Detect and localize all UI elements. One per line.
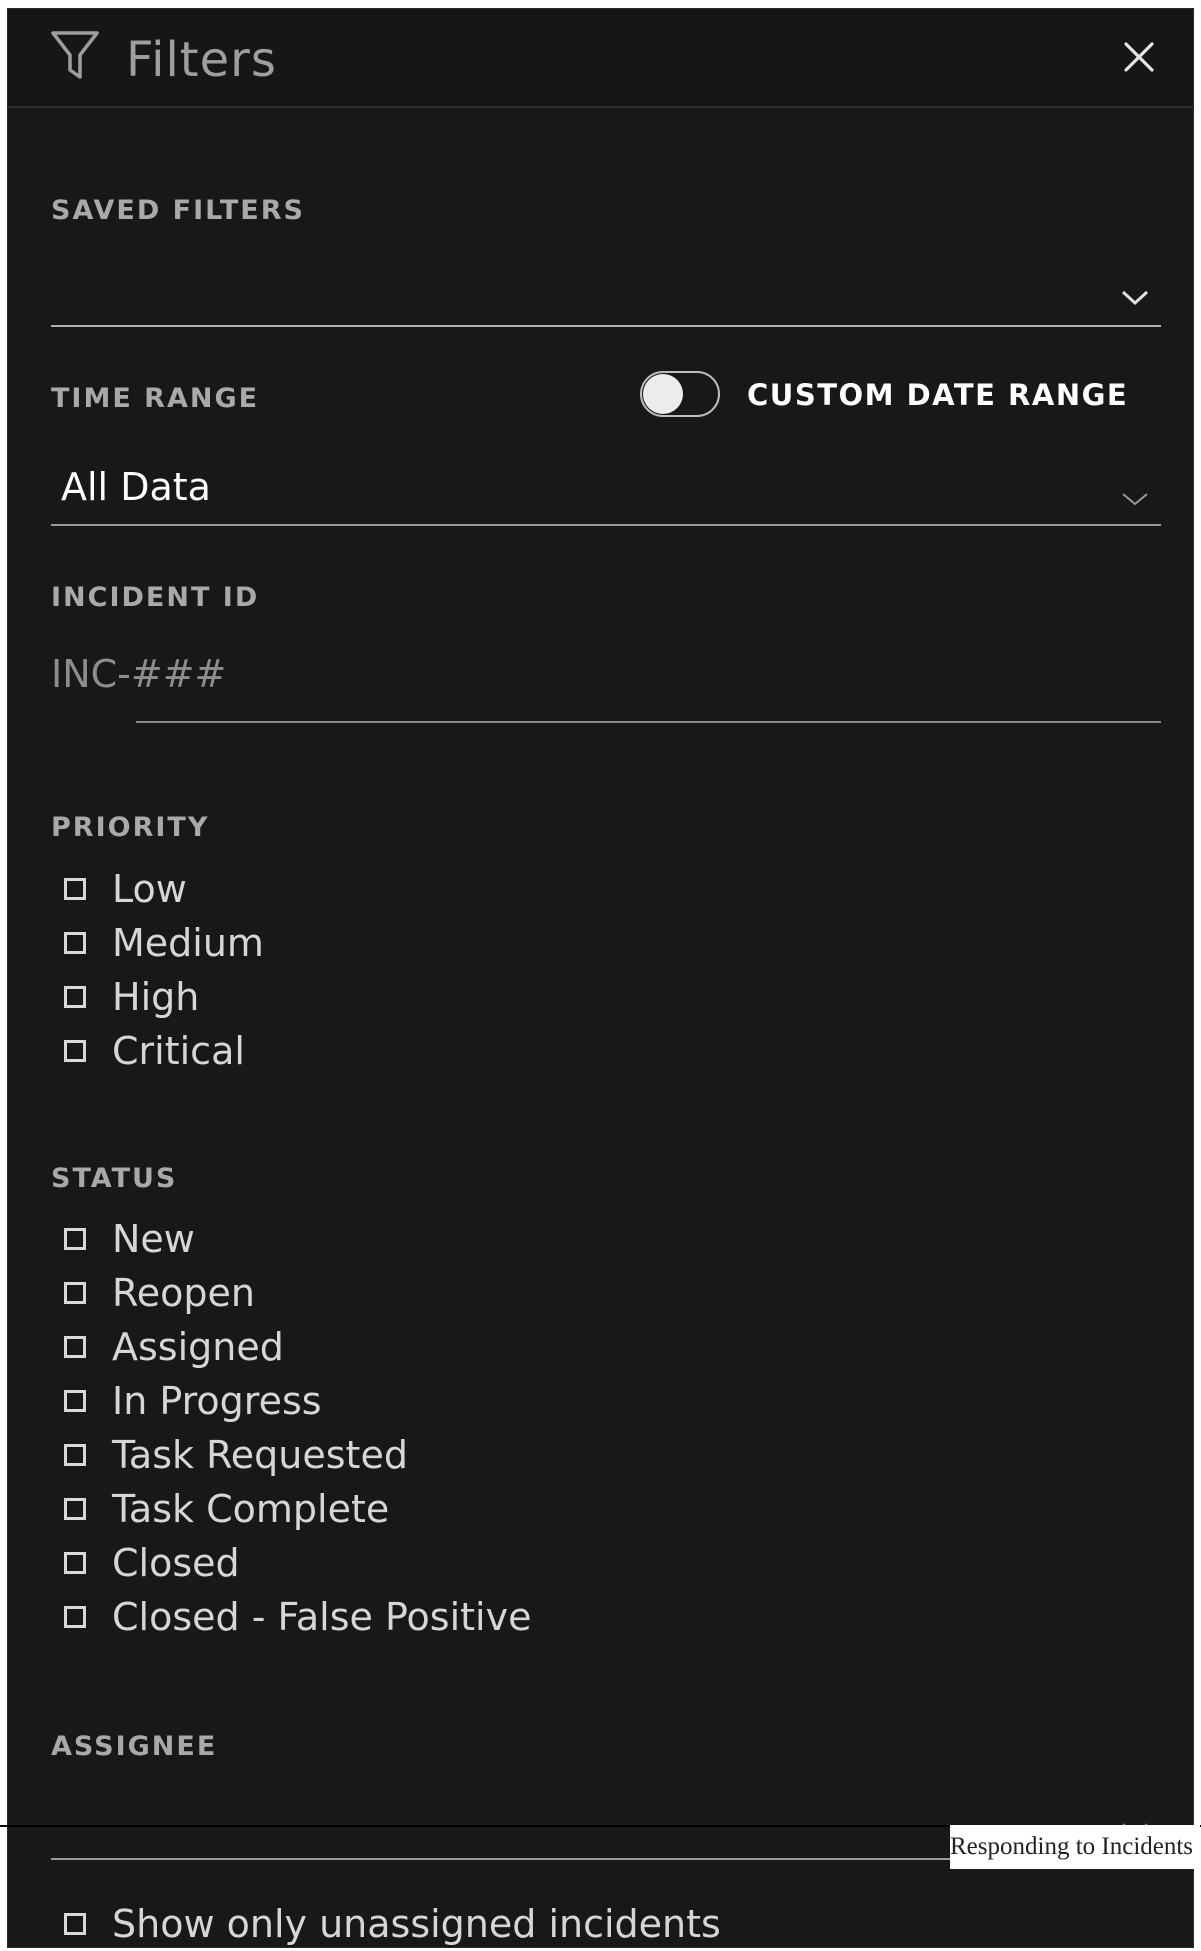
incident-id-label: INCIDENT ID	[51, 582, 260, 613]
status-option-task-complete[interactable]: Task Complete	[54, 1482, 531, 1536]
status-option-reopen[interactable]: Reopen	[54, 1266, 531, 1320]
checkbox-label: Low	[112, 867, 187, 911]
panel-title: Filters	[126, 32, 277, 88]
checkbox-label: High	[112, 975, 200, 1019]
priority-option-high[interactable]: High	[54, 970, 264, 1024]
status-option-in-progress[interactable]: In Progress	[54, 1374, 531, 1428]
checkbox[interactable]	[64, 1336, 86, 1358]
panel-header: Filters	[8, 9, 1193, 108]
priority-option-medium[interactable]: Medium	[54, 916, 264, 970]
checkbox-label: In Progress	[112, 1379, 322, 1423]
close-icon[interactable]	[1123, 41, 1155, 73]
custom-date-range-label: CUSTOM DATE RANGE	[747, 378, 1129, 412]
checkbox-label: Assigned	[112, 1325, 284, 1369]
time-range-label: TIME RANGE	[51, 383, 260, 414]
checkbox[interactable]	[64, 1040, 86, 1062]
checkbox-label: Task Requested	[112, 1433, 408, 1477]
checkbox-label: Reopen	[112, 1271, 255, 1315]
checkbox-label: Show only unassigned incidents	[112, 1902, 721, 1946]
custom-date-range-toggle[interactable]	[640, 371, 720, 417]
saved-filters-underline	[51, 325, 1161, 327]
checkbox[interactable]	[64, 1606, 86, 1628]
priority-label: PRIORITY	[51, 812, 210, 843]
status-label: STATUS	[51, 1163, 178, 1194]
checkbox[interactable]	[64, 986, 86, 1008]
checkbox-label: Medium	[112, 921, 264, 965]
page-footer-caption: Responding to Incidents	[950, 1825, 1200, 1869]
assignee-label: ASSIGNEE	[51, 1731, 218, 1762]
toggle-knob	[643, 374, 683, 414]
chevron-down-icon	[1121, 490, 1149, 508]
checkbox-label: Task Complete	[112, 1487, 390, 1531]
checkbox-label: New	[112, 1217, 195, 1261]
priority-options: Low Medium High Critical	[54, 862, 264, 1078]
filters-panel: Filters SAVED FILTERS TIME RANGE CUSTOM …	[7, 8, 1194, 1948]
status-option-closed[interactable]: Closed	[54, 1536, 531, 1590]
time-range-select[interactable]	[51, 454, 1161, 522]
checkbox[interactable]	[64, 1913, 86, 1935]
time-range-underline	[51, 524, 1161, 526]
status-option-assigned[interactable]: Assigned	[54, 1320, 531, 1374]
status-options: New Reopen Assigned In Progress Task Req…	[54, 1212, 531, 1644]
time-range-value: All Data	[61, 465, 211, 509]
checkbox[interactable]	[64, 1552, 86, 1574]
checkbox[interactable]	[64, 932, 86, 954]
checkbox[interactable]	[64, 1228, 86, 1250]
saved-filters-label: SAVED FILTERS	[51, 195, 305, 226]
chevron-down-icon	[1121, 289, 1149, 307]
priority-option-low[interactable]: Low	[54, 862, 264, 916]
status-option-closed-false-positive[interactable]: Closed - False Positive	[54, 1590, 531, 1644]
filter-icon	[50, 29, 100, 83]
assignee-options: Show only unassigned incidents	[54, 1897, 721, 1951]
unassigned-only-option[interactable]: Show only unassigned incidents	[54, 1897, 721, 1951]
status-option-new[interactable]: New	[54, 1212, 531, 1266]
incident-id-underline	[136, 721, 1161, 723]
checkbox-label: Critical	[112, 1029, 245, 1073]
incident-id-input[interactable]	[51, 649, 1151, 699]
checkbox[interactable]	[64, 1498, 86, 1520]
priority-option-critical[interactable]: Critical	[54, 1024, 264, 1078]
checkbox[interactable]	[64, 1282, 86, 1304]
checkbox-label: Closed - False Positive	[112, 1595, 532, 1639]
checkbox-label: Closed	[112, 1541, 240, 1585]
checkbox[interactable]	[64, 1444, 86, 1466]
checkbox[interactable]	[64, 1390, 86, 1412]
checkbox[interactable]	[64, 878, 86, 900]
status-option-task-requested[interactable]: Task Requested	[54, 1428, 531, 1482]
